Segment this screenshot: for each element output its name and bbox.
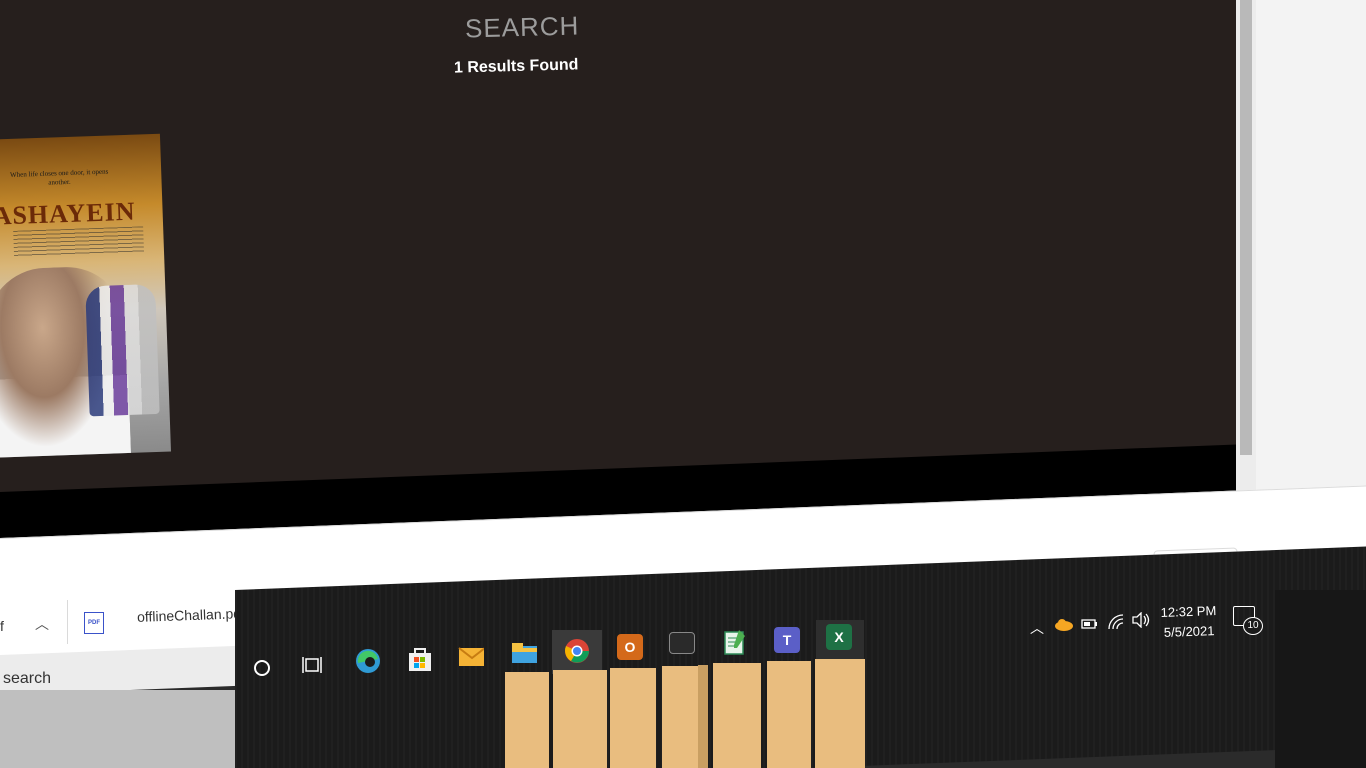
- teams-icon[interactable]: T: [774, 627, 800, 653]
- task-view-icon[interactable]: [300, 652, 326, 678]
- outlook-icon[interactable]: O: [617, 634, 643, 660]
- notepad-icon[interactable]: [722, 629, 748, 655]
- volume-icon[interactable]: [1131, 611, 1151, 631]
- poster-tagline: When life closes one door, it opens anot…: [9, 167, 109, 187]
- desktop-block: [505, 672, 549, 768]
- poster-credits: [13, 226, 145, 257]
- store-icon[interactable]: [406, 646, 432, 672]
- screen: ▼ SEARCH 1 Results Found When life close…: [0, 0, 1366, 768]
- onedrive-icon[interactable]: [1054, 617, 1074, 634]
- download-item-name[interactable]: f: [0, 618, 4, 634]
- scrollbar-thumb[interactable]: [1240, 0, 1252, 455]
- mail-icon[interactable]: [458, 643, 484, 669]
- desktop-block: [713, 663, 761, 768]
- right-panel: [1250, 0, 1366, 530]
- system-clock[interactable]: 12:32 PM 5/5/2021: [1160, 601, 1217, 643]
- cortana-icon[interactable]: [249, 655, 275, 681]
- notification-badge: 10: [1243, 617, 1263, 635]
- desktop-block: [553, 670, 607, 768]
- edge-icon[interactable]: [354, 648, 380, 674]
- clock-date: 5/5/2021: [1163, 623, 1215, 640]
- excel-icon[interactable]: X: [826, 624, 852, 650]
- search-heading: SEARCH: [464, 10, 580, 44]
- file-explorer-icon[interactable]: [511, 640, 537, 666]
- pdf-icon: PDF: [84, 612, 104, 634]
- results-count: 1 Results Found: [453, 56, 579, 77]
- chevron-up-icon[interactable]: ︿: [35, 614, 49, 634]
- chevron-up-icon[interactable]: ︿: [1030, 618, 1044, 638]
- download-divider: [67, 600, 68, 644]
- taskbar-right-edge: [1275, 590, 1366, 768]
- chrome-icon[interactable]: [563, 638, 589, 664]
- movie-poster[interactable]: When life closes one door, it opens anot…: [0, 133, 171, 458]
- wifi-icon[interactable]: [1107, 614, 1125, 633]
- clock-time: 12:32 PM: [1160, 603, 1217, 620]
- desktop-block: [767, 661, 811, 768]
- desktop-block: [698, 665, 708, 768]
- terminal-icon[interactable]: [669, 632, 695, 654]
- battery-icon[interactable]: [1081, 617, 1099, 633]
- lower-panel: [0, 690, 240, 768]
- desktop-block: [610, 668, 656, 768]
- desktop-block: [662, 666, 698, 768]
- poster-family-image: [85, 283, 160, 417]
- search-input[interactable]: search: [3, 670, 51, 688]
- desktop-block: [815, 659, 865, 768]
